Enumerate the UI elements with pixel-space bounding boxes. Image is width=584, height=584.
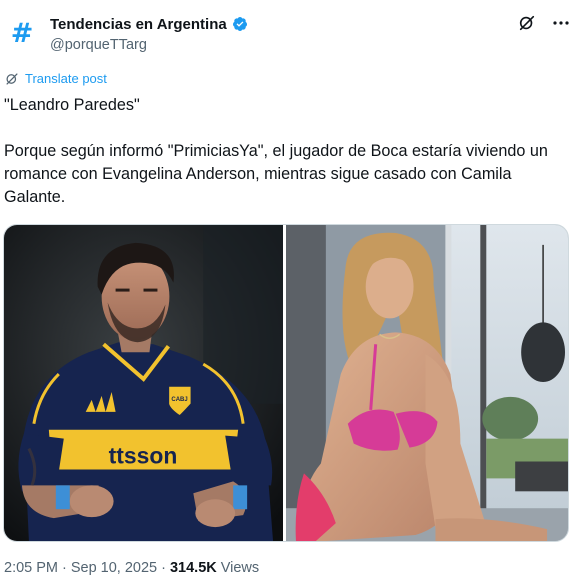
tweet-text: "Leandro Paredes" Porque según informó "… [4,94,574,209]
tweet-header: # Tendencias en Argentina @porqueTTarg [0,0,584,60]
media-grid[interactable]: ttsson CABJ [3,224,569,542]
avatar[interactable]: # [8,15,36,51]
views-count[interactable]: 314.5K [170,560,217,576]
translate-label: Translate post [25,71,107,86]
tweet-date[interactable]: Sep 10, 2025 [71,560,157,576]
meta-separator: · [62,560,67,576]
jersey-text: ttsson [109,443,178,469]
grok-icon[interactable] [516,12,538,34]
tweet-line-title: "Leandro Paredes" [4,96,140,114]
tweet-meta: 2:05 PM · Sep 10, 2025 · 314.5K Views [4,560,259,576]
verified-badge-icon [232,17,247,31]
translate-icon [6,72,18,85]
more-icon[interactable] [550,12,572,34]
translate-post-link[interactable]: Translate post [5,71,107,86]
crest-text: CABJ [171,397,187,403]
top-actions [516,12,572,34]
views-label: Views [220,560,260,576]
display-name[interactable]: Tendencias en Argentina [50,16,227,33]
meta-separator-2: · [161,560,166,576]
tweet-line-body: Porque según informó "PrimiciasYa", el j… [4,142,548,206]
photo-football-player[interactable]: ttsson CABJ [4,225,283,541]
photo-woman-bikini[interactable] [286,225,568,541]
hash-avatar-icon: # [10,17,34,49]
tweet-time[interactable]: 2:05 PM [4,560,58,576]
display-name-row: Tendencias en Argentina [50,14,248,34]
handle[interactable]: @porqueTTarg [50,37,248,53]
author-block: Tendencias en Argentina @porqueTTarg [50,14,248,53]
